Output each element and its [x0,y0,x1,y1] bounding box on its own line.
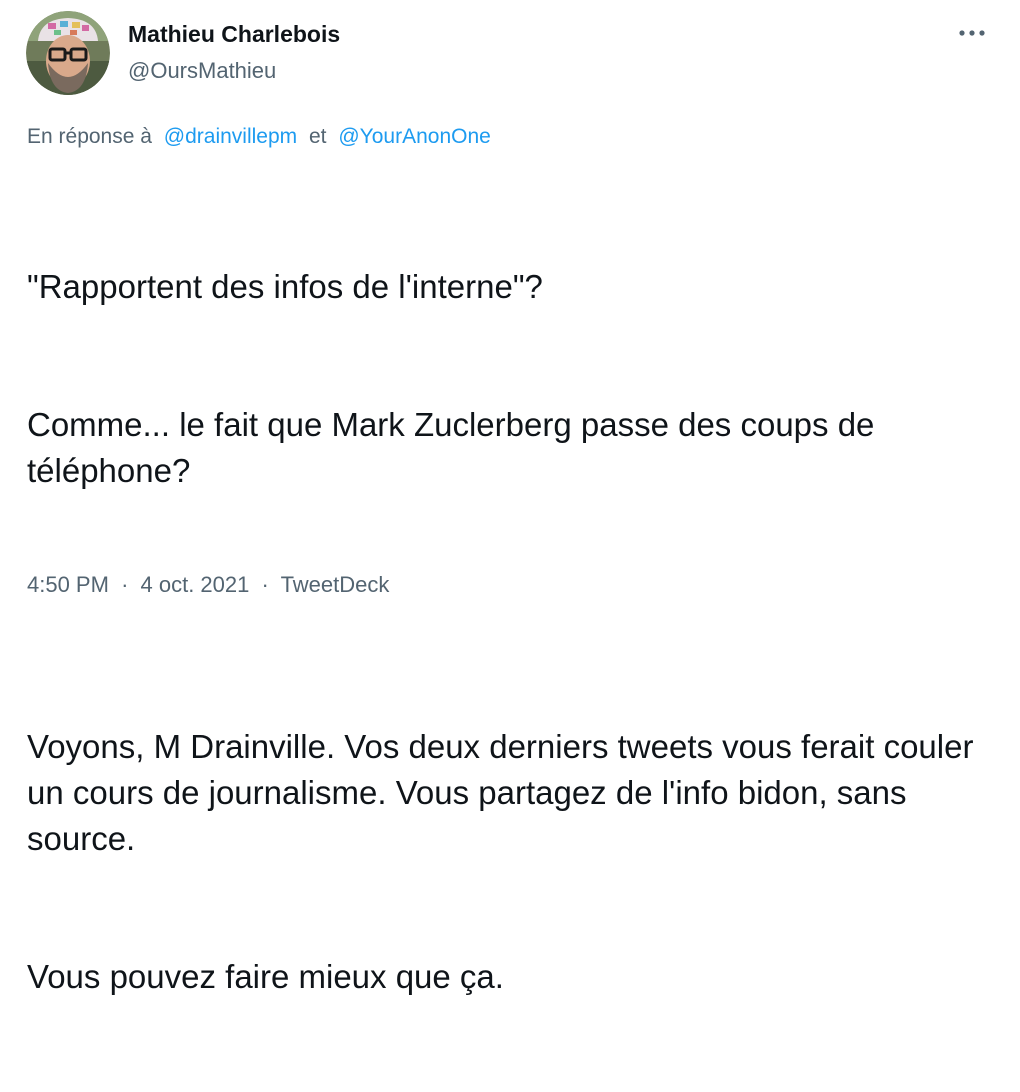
reply-prefix: En réponse à [27,125,152,148]
more-options-button[interactable] [950,18,994,48]
author-info: Mathieu Charlebois @OursMathieu [128,18,340,86]
tweet-text-line: Comme... le fait que Mark Zuclerberg pas… [27,406,884,489]
user-avatar[interactable] [26,11,110,95]
tweet: Mathieu Charlebois @OursMathieu En répon… [0,0,1020,995]
tweet-source[interactable]: TweetDeck [281,572,390,597]
reply-conjunction: et [309,125,327,148]
tweet-time[interactable]: 4:50 PM [27,572,109,597]
reply-mention-drainvillepm[interactable]: @drainvillepm [164,125,297,148]
tweet-meta: 4:50 PM · 4 oct. 2021 · TweetDeck [27,569,389,601]
tweet-text-line: Voyons, M Drainville. Vos deux derniers … [27,728,983,857]
tweet-text: "Rapportent des infos de l'interne"? Com… [27,172,997,1092]
tweet-text-line: "Rapportent des infos de l'interne"? [27,268,543,305]
author-display-name[interactable]: Mathieu Charlebois [128,18,340,50]
more-options-icon [959,30,985,36]
user-avatar-photo-icon [26,11,110,95]
meta-separator: · [121,572,129,597]
meta-separator: · [261,572,269,597]
author-handle[interactable]: @OursMathieu [128,56,340,86]
tweet-date[interactable]: 4 oct. 2021 [141,572,250,597]
reply-mention-youranonone[interactable]: @YourAnonOne [338,125,491,148]
tweet-text-line: Vous pouvez faire mieux que ça. [27,958,504,995]
reply-context: En réponse à @drainvillepm et @YourAnonO… [27,121,491,153]
